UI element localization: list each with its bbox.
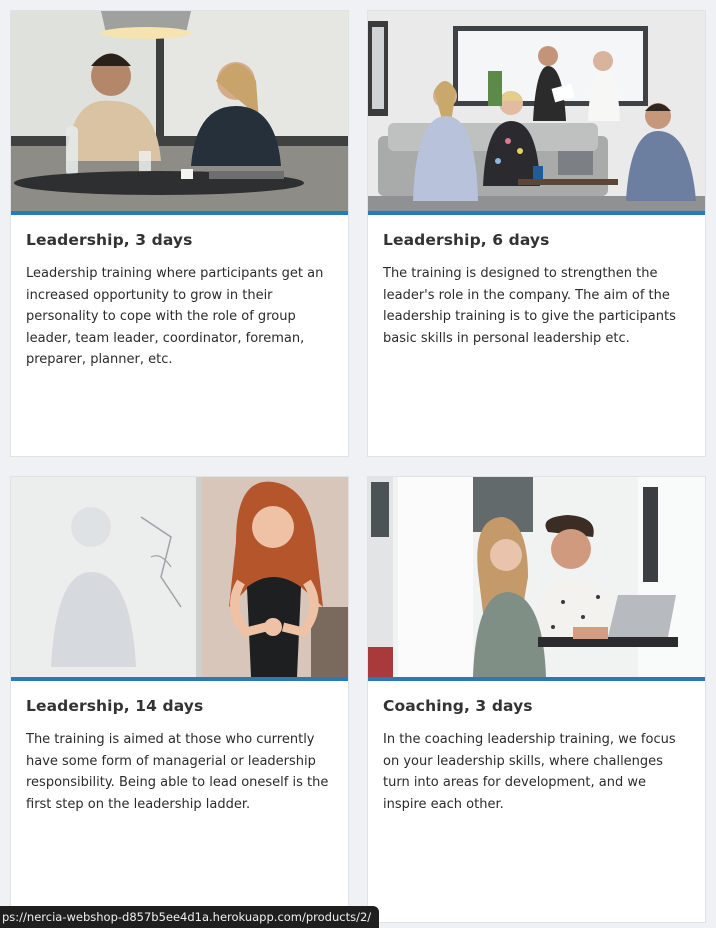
accent-bar [368, 211, 705, 215]
product-card-leadership-14-days[interactable]: Leadership, 14 days The training is aime… [10, 476, 349, 923]
product-image[interactable] [11, 477, 348, 677]
product-description: Leadership training where participants g… [26, 266, 324, 367]
accent-bar [368, 677, 705, 681]
product-image[interactable] [11, 11, 348, 211]
product-card-leadership-6-days[interactable]: Leadership, 6 days The training is desig… [367, 10, 706, 457]
product-title[interactable]: Coaching, 3 days [383, 697, 690, 715]
product-description: The training is designed to strengthen t… [383, 266, 676, 346]
accent-bar [11, 677, 348, 681]
product-image[interactable] [368, 477, 705, 677]
product-card-coaching-3-days[interactable]: Coaching, 3 days In the coaching leaders… [367, 476, 706, 923]
product-title[interactable]: Leadership, 14 days [26, 697, 333, 715]
product-title[interactable]: Leadership, 3 days [26, 231, 333, 249]
product-card-leadership-3-days[interactable]: Leadership, 3 days Leadership training w… [10, 10, 349, 457]
product-title[interactable]: Leadership, 6 days [383, 231, 690, 249]
link-preview-status-bar: ps://nercia-webshop-d857b5ee4d1a.herokua… [0, 906, 380, 928]
product-image[interactable] [368, 11, 705, 211]
accent-bar [11, 211, 348, 215]
product-description: In the coaching leadership training, we … [383, 732, 676, 812]
product-description: The training is aimed at those who curre… [26, 732, 329, 812]
